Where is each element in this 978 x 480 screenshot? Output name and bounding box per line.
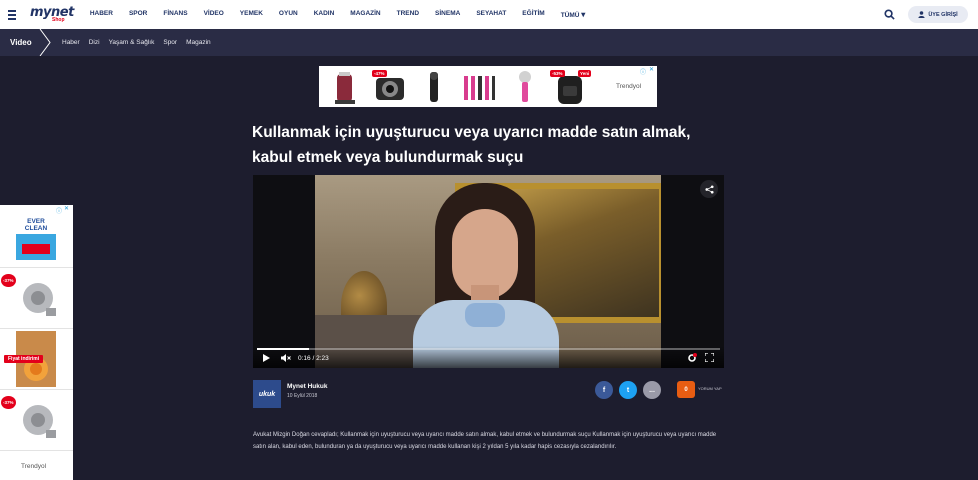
ad-product-blower-2[interactable]: -37% (0, 390, 73, 450)
user-icon (918, 11, 925, 18)
more-share-button[interactable]: ... (643, 381, 661, 399)
ad-product-curling-iron[interactable] (460, 68, 499, 106)
play-icon[interactable] (263, 354, 270, 362)
ad-info-icon[interactable]: ⓘ (640, 67, 646, 76)
twitter-icon: t (626, 386, 630, 394)
main-menu: HABER SPOR FİNANS VİDEO YEMEK OYUN KADIN… (90, 10, 601, 19)
nav-item-kadin[interactable]: KADIN (314, 10, 335, 19)
video-time: 0:16 / 2:23 (298, 355, 329, 362)
section-title[interactable]: Video (10, 38, 32, 47)
nav-item-video[interactable]: VİDEO (204, 10, 224, 19)
nav-item-more[interactable]: TÜMÜ ▾ (561, 10, 586, 19)
ad-product-gimbal[interactable] (415, 68, 454, 106)
discount-badge: -47% (372, 69, 387, 77)
nav-item-finans[interactable]: FİNANS (163, 10, 187, 19)
video-player[interactable]: 0:16 / 2:23 (253, 175, 724, 368)
nav-item-spor[interactable]: SPOR (129, 10, 147, 19)
ad-product-cat-toy[interactable]: Fiyat indirimi (0, 329, 73, 389)
discount-badge: -37% (1, 274, 16, 287)
mute-icon[interactable] (281, 354, 291, 362)
nav-item-yemek[interactable]: YEMEK (240, 10, 263, 19)
settings-icon[interactable] (687, 353, 697, 363)
author-avatar[interactable]: ukuk (253, 380, 281, 408)
video-frame[interactable] (315, 175, 661, 368)
section-item-yasam-saglik[interactable]: Yaşam & Sağlık (109, 39, 155, 46)
section-item-magazin[interactable]: Magazin (186, 39, 211, 46)
video-scene-bow (465, 303, 505, 327)
ad-product-backpack[interactable]: -53% Yeni (550, 68, 592, 106)
section-bar: Video Haber Dizi Yaşam & Sağlık Spor Mag… (0, 29, 978, 56)
mynet-logo[interactable]: mynet Shop (30, 6, 74, 23)
fullscreen-icon[interactable] (705, 353, 714, 362)
login-button[interactable]: ÜYE GİRİŞİ (908, 6, 968, 23)
twitter-share-button[interactable]: t (619, 381, 637, 399)
author-name[interactable]: Mynet Hukuk (287, 383, 327, 390)
section-item-dizi[interactable]: Dizi (89, 39, 100, 46)
ad-product-camera[interactable]: -47% (370, 68, 409, 106)
comment-label[interactable]: YORUM YAP (698, 386, 722, 391)
discount-badge: -53% (550, 69, 565, 77)
ad-brand[interactable]: Trendyol (616, 83, 641, 90)
menu-icon[interactable] (8, 9, 26, 20)
video-controls: 0:16 / 2:23 (253, 346, 724, 368)
login-label: ÜYE GİRİŞİ (928, 11, 958, 18)
nav-item-magazin[interactable]: MAGAZİN (350, 10, 380, 19)
ad-product-label: EVER CLEAN (24, 218, 48, 232)
breadcrumb-arrow-icon (39, 29, 51, 56)
video-progress-bar[interactable] (257, 348, 720, 350)
comment-count: 0 (684, 386, 688, 393)
section-nav: Haber Dizi Yaşam & Sağlık Spor Magazin (62, 39, 220, 46)
nav-item-trend[interactable]: TREND (397, 10, 419, 19)
article-headline: Kullanmak için uyuşturucu veya uyarıcı m… (252, 124, 691, 166)
nav-item-oyun[interactable]: OYUN (279, 10, 298, 19)
ad-product-microphone[interactable] (505, 68, 544, 106)
left-ad-banner[interactable]: ⓘ ✕ EVER CLEAN -37% Fiyat indirimi -37% … (0, 205, 73, 480)
new-badge: Yeni (578, 69, 592, 77)
facebook-share-button[interactable]: f (595, 381, 613, 399)
ad-product-blower-1[interactable]: -37% (0, 268, 73, 328)
nav-item-haber[interactable]: HABER (90, 10, 113, 19)
avatar-text: ukuk (258, 390, 276, 398)
nav-item-sinema[interactable]: SİNEMA (435, 10, 460, 19)
ad-product-kettle[interactable] (325, 68, 364, 106)
section-item-spor[interactable]: Spor (163, 39, 177, 46)
video-progress-fill (257, 348, 309, 350)
ad-divider (0, 450, 73, 451)
section-item-haber[interactable]: Haber (62, 39, 80, 46)
article-description: Avukat Mizgin Doğan cevapladı; Kullanmak… (253, 432, 717, 450)
ad-brand[interactable]: Trendyol (21, 463, 46, 470)
caret-down-icon: ▾ (581, 10, 586, 19)
ad-close-icon[interactable]: ✕ (649, 66, 654, 73)
comment-button[interactable]: 0 (677, 381, 695, 398)
share-icon[interactable] (700, 180, 718, 198)
more-icon: ... (649, 386, 655, 394)
discount-badge: -37% (1, 396, 16, 409)
nav-more-label: TÜMÜ (560, 12, 580, 19)
top-ad-banner[interactable]: -47% -53% Yeni Trendyol ⓘ ✕ (319, 66, 657, 107)
nav-item-seyahat[interactable]: SEYAHAT (476, 10, 506, 19)
ad-product-cat-litter[interactable]: EVER CLEAN (0, 208, 73, 268)
search-icon[interactable] (884, 9, 895, 20)
price-drop-badge: Fiyat indirimi (4, 355, 44, 363)
publish-date: 10 Eylül 2018 (287, 393, 318, 399)
logo-subtext: Shop (52, 17, 65, 23)
nav-item-egitim[interactable]: EĞİTİM (522, 10, 544, 19)
facebook-icon: f (602, 386, 606, 394)
top-navigation: mynet Shop HABER SPOR FİNANS VİDEO YEMEK… (0, 0, 978, 29)
